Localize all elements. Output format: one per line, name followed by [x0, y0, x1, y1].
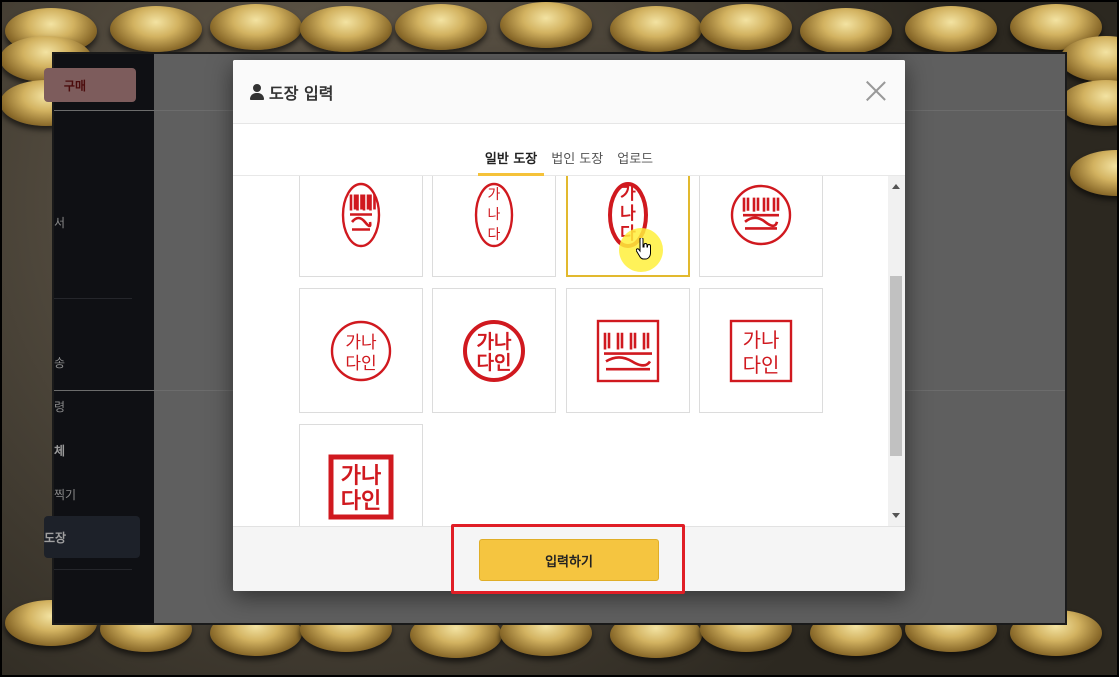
stamp-char: 가 — [620, 184, 636, 204]
stamp-option-square-thin-stamp[interactable]: 가나 다인 — [699, 288, 823, 413]
stamp-input-modal: 도장 입력 일반 도장 법인 도장 업로드 가나다가나다가나다인가나다인가나다인… — [233, 60, 905, 591]
stamp-option-round-seal-script-stamp[interactable] — [699, 176, 823, 277]
stamp-image: 가나다 — [474, 182, 514, 247]
stamp-char: 다인 — [345, 354, 376, 374]
buy-button[interactable]: 구매 — [44, 68, 136, 102]
stamp-char: 다인 — [477, 352, 512, 374]
hand-cursor-icon — [636, 238, 651, 260]
stamp-char: 다인 — [341, 489, 381, 514]
stamp-image: 가나다인 — [330, 320, 392, 381]
sidebar-divider — [54, 298, 132, 299]
sidebar-item[interactable]: 서 — [54, 214, 65, 231]
stamp-char: 가나 — [345, 333, 377, 353]
stamp-image — [596, 319, 660, 382]
stamp-char: 가나 — [477, 331, 512, 353]
sidebar-item[interactable]: 령 — [54, 398, 65, 415]
stamp-tabs: 일반 도장 법인 도장 업로드 — [233, 124, 905, 176]
scroll-up-arrow-icon[interactable] — [892, 184, 900, 189]
stamp-option-oval-seal-script-stamp[interactable] — [299, 176, 423, 277]
stamp-char: 가나 — [341, 464, 381, 489]
sidebar-item[interactable]: 송 — [54, 354, 65, 371]
sidebar-divider — [54, 569, 132, 570]
tab-upload[interactable]: 업로드 — [610, 124, 660, 176]
sidebar-item[interactable]: 찍기 — [54, 486, 76, 503]
stamp-char: 다인 — [743, 353, 780, 377]
stamp-image: 가나다인 — [729, 319, 793, 382]
stamp-image — [730, 184, 792, 245]
tab-general-stamp[interactable]: 일반 도장 — [477, 124, 545, 176]
stamp-grid: 가나다가나다가나다인가나다인가나다인가나다인 — [233, 176, 905, 526]
stamp-option-oval-vertical-thin-stamp[interactable]: 가나다 — [432, 176, 556, 277]
stamp-option-round-bold-stamp[interactable]: 가나 다인 — [432, 288, 556, 413]
stamp-char: 나 — [488, 207, 501, 223]
stamp-char: 나 — [620, 204, 636, 224]
modal-header: 도장 입력 — [233, 60, 905, 124]
tab-corporate-stamp[interactable]: 법인 도장 — [544, 124, 610, 176]
stamp-char: 가 — [488, 187, 501, 203]
scrollbar[interactable] — [888, 176, 905, 526]
scroll-down-arrow-icon[interactable] — [892, 513, 900, 518]
stamp-image: 가나다인 — [463, 319, 525, 382]
scrollbar-thumb[interactable] — [890, 276, 902, 456]
modal-title: 도장 입력 — [269, 83, 334, 103]
stamp-char: 다 — [488, 227, 501, 243]
stamp-image: 가나다인 — [328, 454, 394, 519]
sidebar-item[interactable]: 체 — [54, 442, 65, 459]
stamp-image — [341, 182, 381, 247]
stamp-option-square-bold-stamp[interactable]: 가나 다인 — [299, 424, 423, 526]
sidebar-item-stamp[interactable]: 도장 — [44, 516, 140, 558]
user-icon — [250, 83, 264, 100]
highlight-annotation — [451, 524, 685, 594]
sidebar: 구매 서 송 령 체 찍기 도장 — [44, 54, 154, 623]
stamp-option-square-seal-script-stamp[interactable] — [566, 288, 690, 413]
stamp-char: 가나 — [743, 328, 780, 352]
close-icon[interactable] — [865, 80, 887, 102]
stamp-option-round-thin-stamp[interactable]: 가나 다인 — [299, 288, 423, 413]
